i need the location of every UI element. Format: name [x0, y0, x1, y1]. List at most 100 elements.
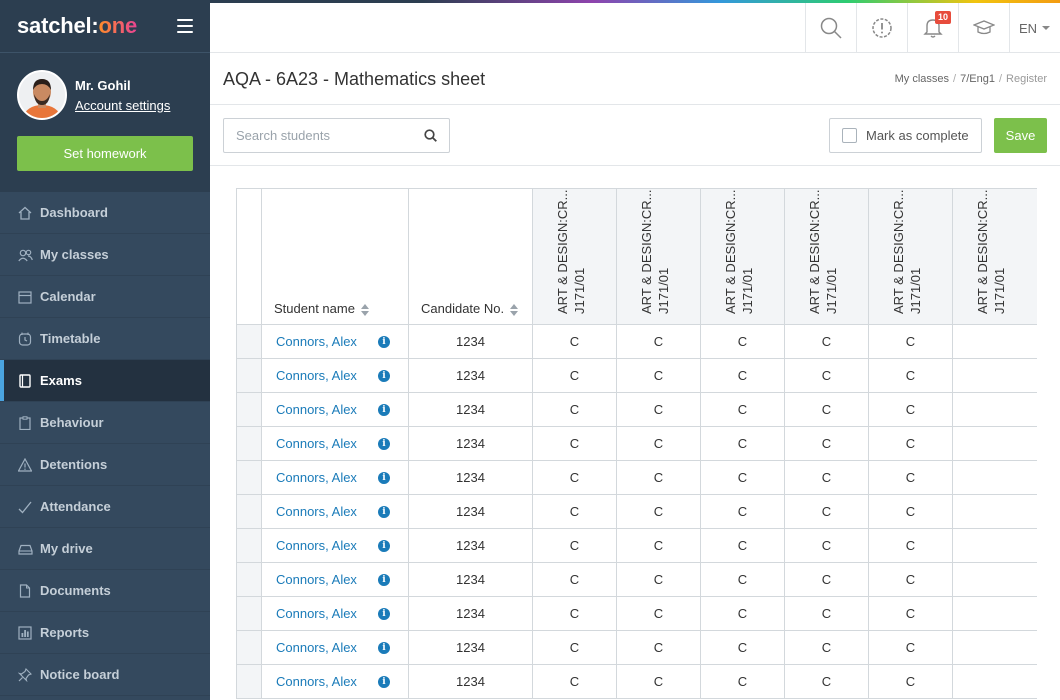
- grade-cell[interactable]: C: [784, 528, 869, 563]
- student-name-link[interactable]: Connors, Alex: [276, 538, 357, 553]
- info-icon[interactable]: i: [378, 676, 390, 688]
- grade-cell[interactable]: C: [532, 528, 617, 563]
- grade-cell[interactable]: C: [700, 596, 785, 631]
- row-select-cell[interactable]: [236, 494, 262, 529]
- grade-cell[interactable]: [952, 426, 1037, 461]
- sidebar-item-attendance[interactable]: Attendance: [0, 486, 210, 528]
- avatar[interactable]: [17, 70, 67, 120]
- info-icon[interactable]: i: [378, 336, 390, 348]
- sidebar-item-exams[interactable]: Exams: [0, 360, 210, 402]
- component-header[interactable]: ART & DESIGN:CR... J171/01: [616, 188, 701, 325]
- info-icon[interactable]: i: [378, 574, 390, 586]
- component-header[interactable]: ART & DESIGN:CR... J171/01: [532, 188, 617, 325]
- grade-cell[interactable]: C: [532, 324, 617, 359]
- grade-cell[interactable]: [952, 392, 1037, 427]
- grade-cell[interactable]: C: [700, 324, 785, 359]
- grade-cell[interactable]: C: [868, 664, 953, 699]
- info-icon[interactable]: i: [378, 370, 390, 382]
- search-input[interactable]: [224, 128, 414, 143]
- grade-cell[interactable]: C: [868, 596, 953, 631]
- notifications-button[interactable]: 10: [907, 3, 958, 53]
- student-name-link[interactable]: Connors, Alex: [276, 504, 357, 519]
- grade-cell[interactable]: C: [868, 426, 953, 461]
- grade-cell[interactable]: [952, 460, 1037, 495]
- grade-cell[interactable]: [952, 596, 1037, 631]
- breadcrumb-class[interactable]: 7/Eng1: [960, 73, 995, 85]
- sidebar-item-detentions[interactable]: Detentions: [0, 444, 210, 486]
- menu-toggle-icon[interactable]: [177, 19, 193, 33]
- grade-cell[interactable]: C: [616, 596, 701, 631]
- grade-cell[interactable]: C: [700, 562, 785, 597]
- grade-cell[interactable]: C: [868, 392, 953, 427]
- component-header[interactable]: ART & DESIGN:CR... J171/01: [868, 188, 953, 325]
- grade-cell[interactable]: C: [616, 392, 701, 427]
- grade-cell[interactable]: C: [532, 358, 617, 393]
- grade-cell[interactable]: C: [616, 494, 701, 529]
- grade-cell[interactable]: C: [616, 460, 701, 495]
- student-name-link[interactable]: Connors, Alex: [276, 368, 357, 383]
- candidate-no-header[interactable]: Candidate No.: [408, 188, 533, 325]
- info-icon[interactable]: i: [378, 404, 390, 416]
- grade-cell[interactable]: C: [532, 392, 617, 427]
- row-select-cell[interactable]: [236, 460, 262, 495]
- component-header[interactable]: ART & DESIGN:CR... J171/01: [952, 188, 1037, 325]
- grade-cell[interactable]: C: [616, 426, 701, 461]
- grade-cell[interactable]: C: [700, 528, 785, 563]
- grade-cell[interactable]: C: [784, 324, 869, 359]
- grade-cell[interactable]: C: [616, 528, 701, 563]
- grade-cell[interactable]: C: [868, 630, 953, 665]
- grade-cell[interactable]: C: [784, 494, 869, 529]
- sidebar-item-documents[interactable]: Documents: [0, 570, 210, 612]
- component-header[interactable]: ART & DESIGN:CR... J171/01: [784, 188, 869, 325]
- sidebar-item-calendar[interactable]: Calendar: [0, 276, 210, 318]
- grade-cell[interactable]: C: [532, 562, 617, 597]
- student-name-link[interactable]: Connors, Alex: [276, 334, 357, 349]
- grade-cell[interactable]: C: [700, 426, 785, 461]
- row-select-cell[interactable]: [236, 358, 262, 393]
- app-logo[interactable]: satchel:one: [17, 13, 137, 39]
- grade-cell[interactable]: C: [784, 630, 869, 665]
- grade-cell[interactable]: C: [784, 460, 869, 495]
- grade-cell[interactable]: C: [700, 392, 785, 427]
- student-name-header[interactable]: Student name: [261, 188, 409, 325]
- grade-cell[interactable]: C: [868, 460, 953, 495]
- student-name-link[interactable]: Connors, Alex: [276, 606, 357, 621]
- row-select-cell[interactable]: [236, 664, 262, 699]
- component-header[interactable]: ART & DESIGN:CR... J171/01: [700, 188, 785, 325]
- save-button[interactable]: Save: [994, 118, 1047, 153]
- info-icon[interactable]: i: [378, 438, 390, 450]
- grade-cell[interactable]: C: [616, 630, 701, 665]
- sidebar-item-dashboard[interactable]: Dashboard: [0, 192, 210, 234]
- academic-button[interactable]: [958, 3, 1009, 53]
- student-name-link[interactable]: Connors, Alex: [276, 436, 357, 451]
- student-name-link[interactable]: Connors, Alex: [276, 470, 357, 485]
- grade-cell[interactable]: C: [616, 664, 701, 699]
- row-select-cell[interactable]: [236, 596, 262, 631]
- grade-cell[interactable]: C: [700, 358, 785, 393]
- student-name-link[interactable]: Connors, Alex: [276, 640, 357, 655]
- sidebar-item-reports[interactable]: Reports: [0, 612, 210, 654]
- sidebar-item-timetable[interactable]: Timetable: [0, 318, 210, 360]
- grade-cell[interactable]: C: [532, 494, 617, 529]
- grade-cell[interactable]: [952, 494, 1037, 529]
- grade-cell[interactable]: C: [784, 596, 869, 631]
- grade-cell[interactable]: C: [700, 630, 785, 665]
- info-icon[interactable]: i: [378, 540, 390, 552]
- grade-cell[interactable]: C: [616, 562, 701, 597]
- grade-cell[interactable]: C: [532, 596, 617, 631]
- grade-cell[interactable]: [952, 324, 1037, 359]
- sidebar-item-my-classes[interactable]: My classes: [0, 234, 210, 276]
- row-select-cell[interactable]: [236, 562, 262, 597]
- sidebar-item-my-drive[interactable]: My drive: [0, 528, 210, 570]
- grade-cell[interactable]: C: [532, 460, 617, 495]
- grade-cell[interactable]: C: [868, 358, 953, 393]
- grade-cell[interactable]: C: [700, 460, 785, 495]
- grade-cell[interactable]: C: [700, 664, 785, 699]
- grade-cell[interactable]: [952, 664, 1037, 699]
- sidebar-item-behaviour[interactable]: Behaviour: [0, 402, 210, 444]
- grade-cell[interactable]: [952, 528, 1037, 563]
- grade-cell[interactable]: C: [532, 664, 617, 699]
- grade-cell[interactable]: [952, 630, 1037, 665]
- set-homework-button[interactable]: Set homework: [17, 136, 193, 171]
- sidebar-item-notice-board[interactable]: Notice board: [0, 654, 210, 696]
